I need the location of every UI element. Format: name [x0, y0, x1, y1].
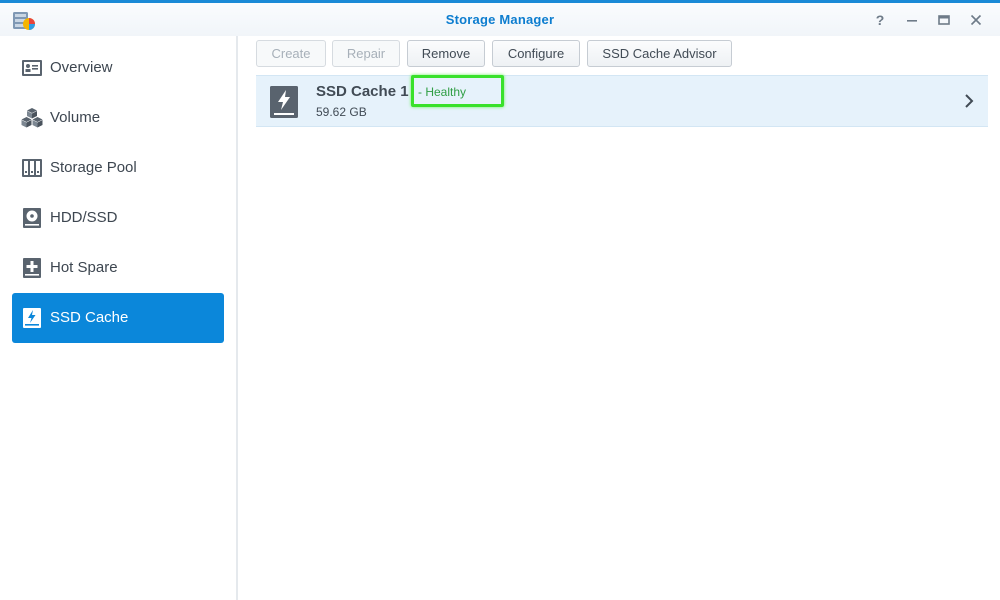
sidebar-item-volume[interactable]: Volume — [12, 93, 224, 143]
help-icon[interactable]: ? — [871, 12, 889, 28]
hdd-ssd-icon — [23, 208, 41, 228]
create-button[interactable]: Create — [256, 40, 326, 67]
ssd-cache-icon — [23, 308, 41, 328]
sidebar-item-label: Volume — [50, 109, 101, 126]
repair-button[interactable]: Repair — [332, 40, 400, 67]
sidebar-item-label: SSD Cache — [50, 309, 129, 326]
ssd-cache-drive-icon — [270, 86, 298, 118]
sidebar-item-storage-pool[interactable]: Storage Pool — [12, 143, 224, 193]
cache-name: SSD Cache 1 — [316, 83, 409, 100]
sidebar-item-hdd-ssd[interactable]: HDD/SSD — [12, 193, 224, 243]
close-icon[interactable] — [967, 12, 985, 28]
configure-button[interactable]: Configure — [492, 40, 580, 67]
sidebar-item-overview[interactable]: Overview — [12, 43, 224, 93]
ssd-cache-advisor-button[interactable]: SSD Cache Advisor — [587, 40, 732, 67]
window-title: Storage Manager — [445, 12, 555, 27]
sidebar-item-label: HDD/SSD — [50, 209, 118, 226]
maximize-icon[interactable] — [935, 12, 953, 28]
sidebar-item-label: Storage Pool — [50, 159, 137, 176]
chevron-right-icon[interactable] — [962, 92, 976, 110]
sidebar-item-label: Hot Spare — [50, 259, 118, 276]
sidebar-item-ssd-cache[interactable]: SSD Cache — [12, 293, 224, 343]
minimize-icon[interactable] — [903, 12, 921, 28]
storage-pool-icon — [22, 159, 42, 177]
status-badge: - Healthy — [418, 85, 467, 99]
title-bar[interactable]: Storage Manager ? — [0, 3, 1000, 36]
cache-size: 59.62 GB — [316, 105, 367, 119]
volume-icon — [21, 108, 43, 128]
overview-icon — [22, 60, 42, 76]
sidebar-item-label: Overview — [50, 59, 113, 76]
hot-spare-icon — [23, 258, 41, 278]
remove-button[interactable]: Remove — [407, 40, 485, 67]
sidebar: Overview Volume Storage Pool HDD/SSD Hot… — [0, 36, 238, 600]
ssd-cache-list-item[interactable]: SSD Cache 1 - Healthy 59.62 GB — [256, 75, 988, 127]
sidebar-item-hot-spare[interactable]: Hot Spare — [12, 243, 224, 293]
storage-manager-window: Storage Manager ? Overview Volume Storag… — [0, 0, 1000, 600]
